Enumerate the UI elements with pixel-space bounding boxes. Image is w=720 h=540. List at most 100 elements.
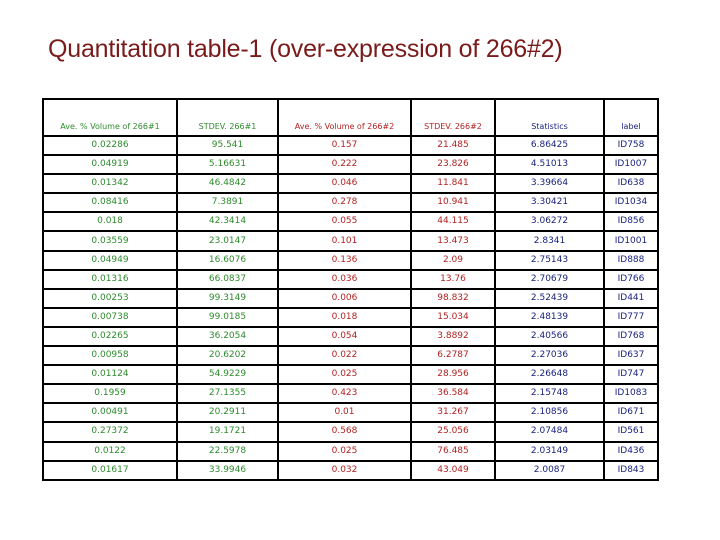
cell-stdev-266-1: 16.6076 (176, 249, 279, 271)
cell-ave-volume-266-2: 0.025 (277, 440, 412, 462)
header-stdev-266-2: STDEV. 266#2 (410, 98, 496, 137)
cell-label: ID768 (603, 325, 659, 348)
cell-ave-volume-266-1: 0.00253 (42, 287, 178, 309)
table-row: 0.01617 33.9946 0.032 43.049 2.0087 ID843 (42, 459, 659, 481)
cell-stdev-266-2: 2.09 (410, 249, 496, 271)
cell-statistics: 2.26648 (494, 364, 605, 386)
cell-ave-volume-266-2: 0.157 (277, 134, 412, 157)
cell-stdev-266-1: 19.1721 (176, 421, 279, 443)
table-row: 0.0122 22.5978 0.025 76.485 2.03149 ID436 (42, 440, 659, 462)
cell-statistics: 2.27036 (494, 345, 605, 367)
cell-stdev-266-2: 76.485 (410, 440, 496, 462)
header-statistics: Statistics (494, 98, 605, 137)
cell-ave-volume-266-1: 0.04949 (42, 249, 178, 271)
cell-label: ID561 (603, 421, 659, 443)
cell-label: ID777 (603, 306, 659, 328)
cell-stdev-266-1: 23.0147 (176, 230, 279, 252)
table-row: 0.08416 7.3891 0.278 10.941 3.30421 ID1034 (42, 192, 659, 214)
header-label: label (603, 98, 659, 137)
table-row: 0.00253 99.3149 0.006 98.832 2.52439 ID441 (42, 287, 659, 309)
cell-stdev-266-2: 10.941 (410, 192, 496, 214)
cell-stdev-266-2: 36.584 (410, 383, 496, 405)
header-ave-volume-266-1: Ave. % Volume of 266#1 (42, 98, 178, 137)
cell-label: ID441 (603, 287, 659, 309)
cell-statistics: 2.75143 (494, 249, 605, 271)
cell-statistics: 6.86425 (494, 134, 605, 157)
cell-stdev-266-1: 99.0185 (176, 306, 279, 328)
table-row: 0.03559 23.0147 0.101 13.473 2.8341 ID1001 (42, 230, 659, 252)
cell-ave-volume-266-2: 0.278 (277, 192, 412, 214)
cell-stdev-266-2: 11.841 (410, 173, 496, 195)
cell-stdev-266-2: 6.2787 (410, 345, 496, 367)
cell-stdev-266-2: 98.832 (410, 287, 496, 309)
cell-statistics: 2.48139 (494, 306, 605, 328)
cell-ave-volume-266-1: 0.01124 (42, 364, 178, 386)
cell-label: ID1007 (603, 154, 659, 176)
cell-stdev-266-1: 42.3414 (176, 211, 279, 233)
header-stdev-266-1: STDEV. 266#1 (176, 98, 279, 137)
cell-ave-volume-266-1: 0.018 (42, 211, 178, 233)
cell-label: ID671 (603, 402, 659, 424)
cell-stdev-266-2: 13.473 (410, 230, 496, 252)
cell-ave-volume-266-2: 0.018 (277, 306, 412, 328)
cell-ave-volume-266-2: 0.054 (277, 325, 412, 348)
cell-stdev-266-2: 44.115 (410, 211, 496, 233)
cell-ave-volume-266-1: 0.01617 (42, 459, 178, 481)
cell-ave-volume-266-2: 0.022 (277, 345, 412, 367)
cell-label: ID747 (603, 364, 659, 386)
cell-label: ID436 (603, 440, 659, 462)
table-row: 0.00491 20.2911 0.01 31.267 2.10856 ID671 (42, 402, 659, 424)
cell-ave-volume-266-1: 0.00958 (42, 345, 178, 367)
cell-label: ID766 (603, 268, 659, 290)
table-row: 0.02286 95.541 0.157 21.485 6.86425 ID758 (42, 134, 659, 157)
cell-ave-volume-266-1: 0.1959 (42, 383, 178, 405)
cell-stdev-266-1: 46.4842 (176, 173, 279, 195)
table-row: 0.00958 20.6202 0.022 6.2787 2.27036 ID637 (42, 345, 659, 367)
table-row: 0.1959 27.1355 0.423 36.584 2.15748 ID1083 (42, 383, 659, 405)
cell-label: ID638 (603, 173, 659, 195)
cell-stdev-266-2: 21.485 (410, 134, 496, 157)
cell-statistics: 2.03149 (494, 440, 605, 462)
cell-label: ID1001 (603, 230, 659, 252)
cell-statistics: 2.0087 (494, 459, 605, 481)
cell-label: ID843 (603, 459, 659, 481)
cell-stdev-266-1: 54.9229 (176, 364, 279, 386)
cell-label: ID856 (603, 211, 659, 233)
cell-ave-volume-266-1: 0.0122 (42, 440, 178, 462)
cell-ave-volume-266-1: 0.00738 (42, 306, 178, 328)
cell-stdev-266-1: 22.5978 (176, 440, 279, 462)
table-header-row: Ave. % Volume of 266#1 STDEV. 266#1 Ave.… (42, 98, 659, 137)
cell-stdev-266-1: 20.6202 (176, 345, 279, 367)
cell-statistics: 2.52439 (494, 287, 605, 309)
cell-ave-volume-266-2: 0.423 (277, 383, 412, 405)
cell-stdev-266-1: 20.2911 (176, 402, 279, 424)
cell-stdev-266-1: 95.541 (176, 134, 279, 157)
cell-stdev-266-2: 31.267 (410, 402, 496, 424)
cell-ave-volume-266-1: 0.01316 (42, 268, 178, 290)
cell-statistics: 2.40566 (494, 325, 605, 348)
cell-statistics: 3.39664 (494, 173, 605, 195)
header-ave-volume-266-2: Ave. % Volume of 266#2 (277, 98, 412, 137)
cell-label: ID888 (603, 249, 659, 271)
cell-label: ID637 (603, 345, 659, 367)
cell-ave-volume-266-2: 0.136 (277, 249, 412, 271)
cell-ave-volume-266-2: 0.01 (277, 402, 412, 424)
cell-statistics: 3.30421 (494, 192, 605, 214)
cell-ave-volume-266-1: 0.08416 (42, 192, 178, 214)
table-row: 0.01342 46.4842 0.046 11.841 3.39664 ID638 (42, 173, 659, 195)
cell-stdev-266-2: 25.056 (410, 421, 496, 443)
cell-stdev-266-1: 7.3891 (176, 192, 279, 214)
cell-statistics: 2.15748 (494, 383, 605, 405)
cell-statistics: 2.8341 (494, 230, 605, 252)
cell-label: ID1083 (603, 383, 659, 405)
cell-statistics: 4.51013 (494, 154, 605, 176)
cell-stdev-266-1: 27.1355 (176, 383, 279, 405)
table-row: 0.01124 54.9229 0.025 28.956 2.26648 ID747 (42, 364, 659, 386)
table-row: 0.00738 99.0185 0.018 15.034 2.48139 ID777 (42, 306, 659, 328)
quantitation-table: Ave. % Volume of 266#1 STDEV. 266#1 Ave.… (42, 98, 659, 481)
table-row: 0.01316 66.0837 0.036 13.76 2.70679 ID766 (42, 268, 659, 290)
cell-statistics: 2.10856 (494, 402, 605, 424)
cell-ave-volume-266-1: 0.27372 (42, 421, 178, 443)
cell-ave-volume-266-2: 0.101 (277, 230, 412, 252)
cell-ave-volume-266-1: 0.00491 (42, 402, 178, 424)
